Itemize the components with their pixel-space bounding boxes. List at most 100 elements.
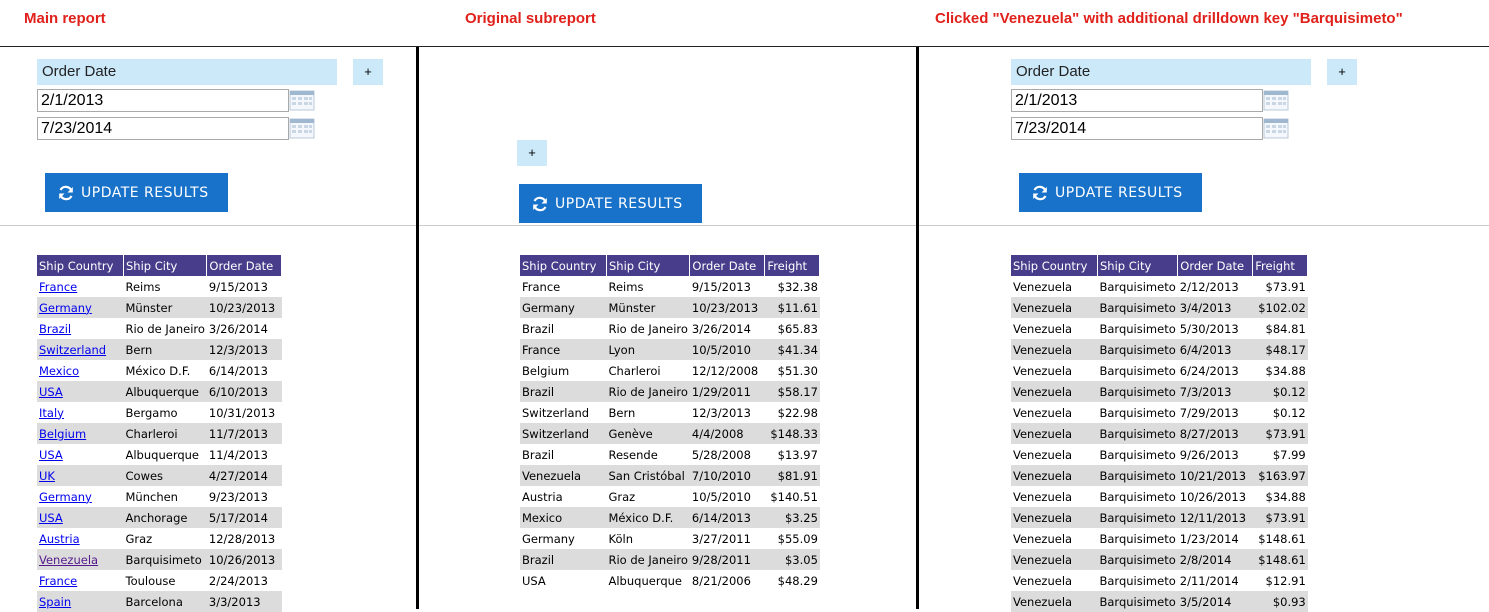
table-cell: 6/24/2013: [1179, 363, 1239, 378]
calendar-icon[interactable]: [1263, 90, 1289, 111]
country-link[interactable]: USA: [39, 511, 63, 525]
add-filter-button[interactable]: +: [353, 59, 383, 85]
table-cell: USA: [522, 573, 546, 588]
country-link[interactable]: Belgium: [39, 427, 86, 441]
table-cell: Toulouse: [125, 573, 176, 588]
country-link[interactable]: USA: [39, 448, 63, 462]
country-link[interactable]: Italy: [39, 406, 64, 420]
end-date-input[interactable]: 7/23/2014: [37, 117, 289, 140]
calendar-icon[interactable]: [289, 118, 315, 139]
column-header[interactable]: Ship Country: [37, 255, 124, 276]
table-cell: 6/10/2013: [206, 381, 282, 402]
column-header[interactable]: Ship City: [1097, 255, 1179, 276]
table-cell: 10/23/2013: [206, 297, 282, 318]
table-row: Germany München 9/23/2013: [37, 486, 282, 507]
table-cell: 1/29/2011: [689, 381, 765, 402]
add-filter-button[interactable]: +: [1327, 59, 1357, 85]
table-cell: Austria: [37, 528, 124, 549]
panel-divider-2: [916, 47, 919, 609]
table-cell: $102.02: [1252, 297, 1308, 318]
table-row: Italy Bergamo 10/31/2013: [37, 402, 282, 423]
refresh-icon: [59, 185, 73, 200]
column-header[interactable]: Order Date: [1177, 255, 1254, 276]
table-cell: Graz: [608, 489, 636, 504]
country-link[interactable]: Mexico: [39, 364, 79, 378]
end-date-input[interactable]: 7/23/2014: [1011, 117, 1263, 140]
column-header[interactable]: Freight: [764, 255, 821, 276]
table-cell: $148.61: [1252, 549, 1308, 570]
add-filter-button[interactable]: +: [517, 140, 547, 166]
column-header[interactable]: Order Date: [206, 255, 283, 276]
calendar-icon[interactable]: [289, 90, 315, 111]
table-cell: France: [522, 279, 561, 294]
filter-separator: [419, 225, 916, 226]
country-link[interactable]: Venezuela: [39, 553, 98, 567]
drilldown-subreport-heading: Clicked "Venezuela" with additional dril…: [935, 10, 1403, 27]
country-link[interactable]: UK: [39, 469, 55, 483]
country-link[interactable]: Spain: [39, 595, 71, 609]
table-cell: 3/26/2014: [691, 321, 751, 336]
table-cell: 9/26/2013: [1179, 447, 1239, 462]
start-date-input[interactable]: 2/1/2013: [37, 89, 289, 112]
country-link[interactable]: France: [39, 574, 77, 588]
table-row: Germany Köln 3/27/2011 $55.09: [520, 528, 820, 549]
table-cell: Barquisimeto: [1099, 321, 1176, 336]
table-cell: $11.61: [764, 297, 820, 318]
table-cell: 4/4/2008: [689, 423, 765, 444]
column-header[interactable]: Ship City: [606, 255, 691, 276]
country-link[interactable]: Germany: [39, 490, 92, 504]
table-row: Brazil Rio de Janeiro 9/28/2011 $3.05: [520, 549, 820, 570]
country-link[interactable]: USA: [39, 385, 63, 399]
column-header[interactable]: Ship Country: [520, 255, 607, 276]
table-row: Venezuela Barquisimeto 7/3/2013 $0.12: [1011, 381, 1308, 402]
table-row: Venezuela Barquisimeto 5/30/2013 $84.81: [1011, 318, 1308, 339]
table-cell: Rio de Janeiro: [608, 321, 688, 336]
table-cell: Venezuela: [1013, 531, 1073, 546]
table-cell: 12/3/2013: [691, 405, 751, 420]
calendar-icon[interactable]: [1263, 118, 1289, 139]
table-cell: Albuquerque: [123, 381, 207, 402]
table-row: Venezuela Barquisimeto 2/12/2013 $73.91: [1011, 276, 1308, 297]
table-cell: 8/27/2013: [1177, 423, 1253, 444]
table-cell: $13.97: [777, 447, 818, 462]
table-cell: $51.30: [777, 363, 818, 378]
column-header[interactable]: Ship City: [123, 255, 208, 276]
table-cell: $22.98: [777, 405, 818, 420]
table-cell: 5/17/2014: [206, 507, 282, 528]
country-link[interactable]: Germany: [39, 301, 92, 315]
update-results-label: UPDATE RESULTS: [1055, 184, 1183, 201]
table-row: Venezuela Barquisimeto 10/21/2013 $163.97: [1011, 465, 1308, 486]
column-header[interactable]: Freight: [1252, 255, 1309, 276]
table-cell: 8/21/2006: [691, 573, 751, 588]
country-link[interactable]: Austria: [39, 532, 80, 546]
update-results-button[interactable]: UPDATE RESULTS: [1019, 173, 1202, 212]
table-row: Belgium Charleroi 11/7/2013: [37, 423, 282, 444]
table-cell: Venezuela: [1013, 573, 1073, 588]
country-link[interactable]: France: [39, 280, 77, 294]
country-link[interactable]: Switzerland: [39, 343, 106, 357]
update-results-button[interactable]: UPDATE RESULTS: [45, 173, 228, 212]
start-date-input[interactable]: 2/1/2013: [1011, 89, 1263, 112]
update-results-button[interactable]: UPDATE RESULTS: [519, 184, 702, 223]
table-cell: 10/26/2013: [1179, 489, 1247, 504]
table-row: Switzerland Bern 12/3/2013 $22.98: [520, 402, 820, 423]
country-link[interactable]: Brazil: [39, 322, 71, 336]
table-cell: 10/26/2013: [206, 549, 282, 570]
table-cell: Barquisimeto: [1097, 549, 1178, 570]
table-cell: 3/26/2014: [208, 321, 268, 336]
table-cell: $148.61: [1258, 531, 1306, 546]
column-header[interactable]: Order Date: [689, 255, 766, 276]
filter-separator: [919, 225, 1489, 226]
table-cell: Albuquerque: [608, 573, 683, 588]
table-row: France Toulouse 2/24/2013: [37, 570, 282, 591]
table-row: Venezuela Barquisimeto 6/24/2013 $34.88: [1011, 360, 1308, 381]
table-cell: Reims: [608, 279, 644, 294]
table-cell: Cowes: [123, 465, 207, 486]
table-cell: Venezuela: [1011, 507, 1098, 528]
table-cell: Venezuela: [1013, 447, 1073, 462]
column-header[interactable]: Ship Country: [1011, 255, 1098, 276]
table-cell: Venezuela: [1013, 489, 1073, 504]
table-cell: Brazil: [520, 549, 607, 570]
table-row: Mexico México D.F. 6/14/2013 $3.25: [520, 507, 820, 528]
table-row: Brazil Rio de Janeiro 3/26/2014 $65.83: [520, 318, 820, 339]
